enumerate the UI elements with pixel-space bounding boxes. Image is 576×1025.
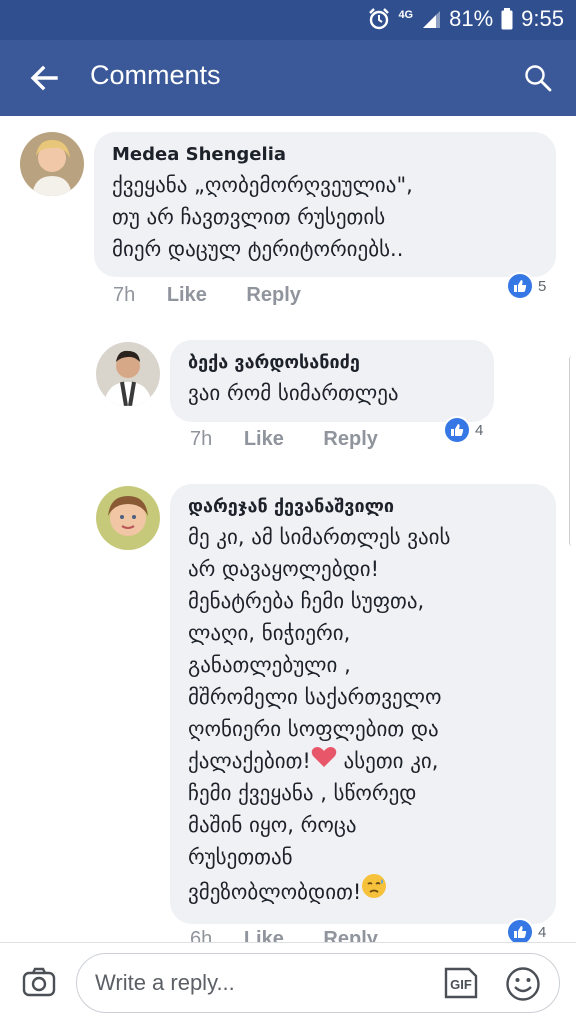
network-type: 4G bbox=[398, 9, 414, 21]
comment-feed[interactable]: Medea Shengelia ქვეყანა „ღობემორღვეულია"… bbox=[0, 116, 576, 942]
comment-bubble[interactable]: Medea Shengelia ქვეყანა „ღობემორღვეულია"… bbox=[94, 132, 556, 277]
like-reaction-icon bbox=[506, 272, 534, 300]
avatar[interactable] bbox=[96, 486, 160, 550]
comment-line: ქალაქებით! ასეთი კი, bbox=[188, 745, 538, 777]
battery-percent: 81% bbox=[449, 6, 494, 31]
reply-input[interactable]: Write a reply... GIF bbox=[76, 953, 560, 1013]
scrollbar[interactable] bbox=[569, 356, 576, 546]
comment-line: მაშინ იყო, როცა bbox=[188, 813, 357, 837]
comment-text: ვაი რომ სიმართლეა bbox=[188, 381, 399, 405]
comment-time: 6h bbox=[190, 928, 213, 942]
reaction-count[interactable]: 4 bbox=[506, 918, 546, 942]
avatar[interactable] bbox=[20, 132, 84, 196]
comment-meta: 7h Like Reply bbox=[190, 428, 378, 451]
comment-line-part: ქალაქებით! bbox=[188, 749, 311, 773]
comment-time: 7h bbox=[190, 428, 213, 450]
reply-placeholder: Write a reply... bbox=[95, 970, 235, 995]
status-icons: 4G 81% 9:55 bbox=[368, 6, 564, 32]
comment-time: 7h bbox=[113, 284, 136, 306]
alarm-icon bbox=[369, 8, 390, 30]
page-title: Comments bbox=[90, 60, 221, 90]
reaction-count[interactable]: 5 bbox=[506, 272, 546, 300]
comment-bubble[interactable]: დარეჯან ქევანაშვილი მე კი, ამ სიმართლეს … bbox=[170, 484, 556, 924]
comment-bubble[interactable]: ბექა ვარდოსანიძე ვაი რომ სიმართლეა bbox=[170, 340, 494, 422]
comment-text: ქვეყანა „ღობემორღვეულია", თუ არ ჩავთვლით… bbox=[112, 173, 413, 261]
gif-icon[interactable]: GIF bbox=[443, 966, 479, 1000]
like-button[interactable]: Like bbox=[167, 284, 207, 306]
battery-icon bbox=[501, 8, 513, 30]
comment-line: ჩემი ქვეყანა , სწორედ bbox=[188, 781, 417, 805]
reply-button[interactable]: Reply bbox=[323, 428, 377, 450]
comment-meta: 7h Like Reply bbox=[113, 284, 301, 307]
comment-line-part: ასეთი კი, bbox=[336, 749, 439, 773]
reaction-count-value: 4 bbox=[475, 421, 484, 439]
comment-line: არ დავაყოლებდი! bbox=[188, 557, 380, 581]
reaction-count-value: 5 bbox=[538, 277, 547, 295]
comment-line: ვმეზობლობდით! bbox=[188, 873, 538, 908]
gif-label: GIF bbox=[450, 977, 472, 992]
comment-author[interactable]: ბექა ვარდოსანიძე bbox=[188, 352, 476, 373]
back-arrow-icon[interactable] bbox=[30, 64, 58, 92]
app-bar: Comments bbox=[0, 40, 576, 116]
comment-line: მშრომელი საქართველო bbox=[188, 685, 442, 709]
comment-author[interactable]: დარეჯან ქევანაშვილი bbox=[188, 496, 538, 517]
like-button[interactable]: Like bbox=[244, 428, 284, 450]
search-icon[interactable] bbox=[524, 64, 552, 92]
signal-icon bbox=[423, 11, 441, 28]
camera-icon[interactable] bbox=[22, 965, 56, 999]
clock: 9:55 bbox=[521, 6, 564, 31]
reply-button[interactable]: Reply bbox=[323, 928, 377, 942]
comment-line: ლაღი, ნიჭიერი, bbox=[188, 621, 351, 645]
comment-line: განათლებული , bbox=[188, 653, 351, 677]
reply-composer: Write a reply... GIF bbox=[0, 942, 576, 1025]
comment-meta: 6h Like Reply bbox=[190, 928, 378, 942]
comment-line: მე კი, ამ სიმართლეს ვაის bbox=[188, 525, 451, 549]
comment-line: ღონიერი სოფლებით და bbox=[188, 717, 439, 741]
reaction-count[interactable]: 4 bbox=[443, 416, 483, 444]
reaction-count-value: 4 bbox=[538, 923, 547, 941]
comment-line-part: ვმეზობლობდით! bbox=[188, 880, 362, 904]
reply-button[interactable]: Reply bbox=[246, 284, 300, 306]
like-reaction-icon bbox=[506, 918, 534, 942]
like-button[interactable]: Like bbox=[244, 928, 284, 942]
avatar[interactable] bbox=[96, 342, 160, 406]
comment-text: მე კი, ამ სიმართლეს ვაის არ დავაყოლებდი!… bbox=[188, 521, 538, 908]
sad-face-emoji-icon bbox=[361, 873, 387, 905]
comment-line: მენატრება ჩემი სუფთა, bbox=[188, 589, 425, 613]
status-bar: 4G 81% 9:55 bbox=[0, 0, 576, 40]
comment-line: რუსეთთან bbox=[188, 845, 293, 869]
comment-author[interactable]: Medea Shengelia bbox=[112, 144, 538, 165]
like-reaction-icon bbox=[443, 416, 471, 444]
smiley-icon[interactable] bbox=[505, 966, 541, 1002]
heart-emoji-icon bbox=[311, 746, 337, 774]
